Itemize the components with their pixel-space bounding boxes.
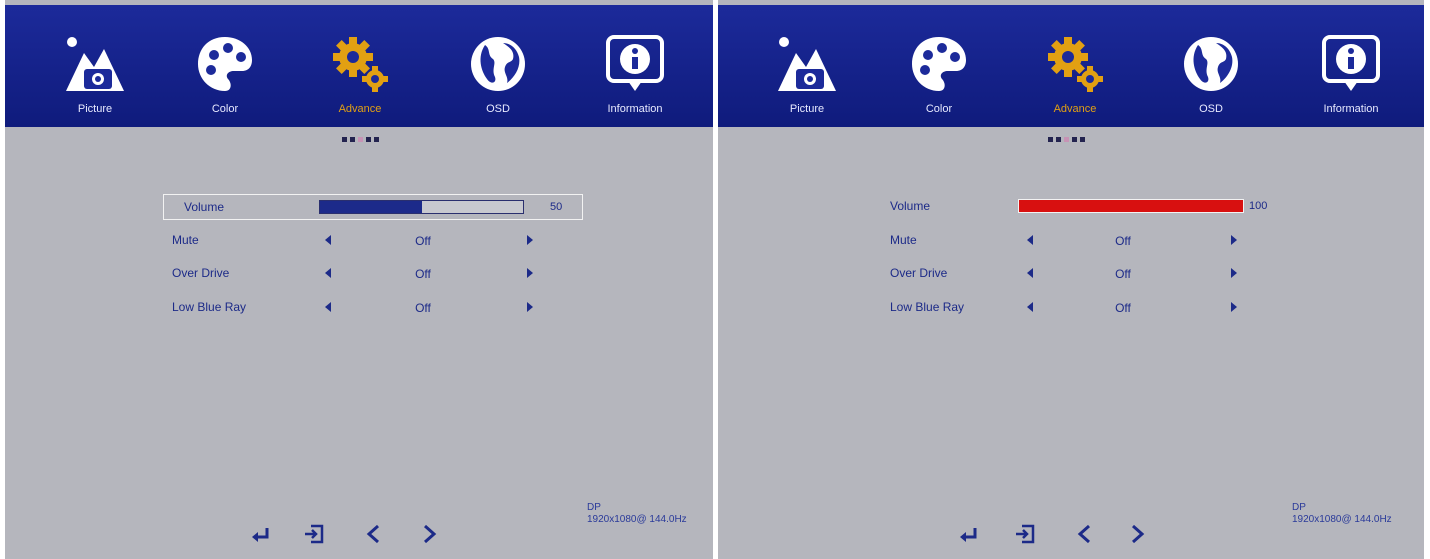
volume-label: Volume: [184, 200, 225, 214]
volume-value: 50: [550, 201, 563, 213]
chevron-right-icon: [424, 524, 437, 544]
exit-button[interactable]: [1014, 523, 1036, 545]
tab-label: OSD: [1199, 103, 1223, 115]
tab-osd[interactable]: OSD: [1146, 5, 1276, 127]
volume-label: Volume: [890, 199, 931, 213]
osd-panel-left: Picture Color Advance OSD Information Vo…: [5, 0, 713, 559]
page-indicator: [342, 137, 379, 142]
left-arrow-icon[interactable]: [325, 302, 331, 312]
tab-label: Color: [211, 103, 239, 115]
palette-icon: [912, 37, 966, 91]
osd-panel-right: Picture Color Advance OSD Information Vo…: [718, 0, 1424, 559]
tab-osd[interactable]: OSD: [433, 5, 563, 127]
left-arrow-icon[interactable]: [1027, 302, 1033, 312]
volume-bar[interactable]: [319, 200, 524, 214]
signal-mode: 1920x1080@ 144.0Hz: [1292, 514, 1392, 525]
right-arrow-icon[interactable]: [527, 268, 533, 278]
tab-label: Advance: [338, 103, 382, 115]
volume-value: 100: [1249, 200, 1268, 212]
right-arrow-icon[interactable]: [527, 235, 533, 245]
exit-button[interactable]: [303, 523, 325, 545]
tab-color[interactable]: Color: [160, 5, 290, 127]
mute-label: Mute: [890, 233, 917, 247]
tab-advance[interactable]: Advance: [1010, 5, 1140, 127]
picture-icon: [778, 37, 836, 91]
right-button[interactable]: [1126, 523, 1148, 545]
tab-label: Information: [1323, 103, 1379, 115]
info-icon: [606, 35, 664, 91]
volume-row[interactable]: Volume 50: [163, 194, 583, 220]
right-arrow-icon[interactable]: [1231, 268, 1237, 278]
volume-fill: [320, 201, 422, 213]
left-arrow-icon[interactable]: [325, 268, 331, 278]
mute-value: Off: [415, 234, 431, 248]
tab-label: Information: [607, 103, 663, 115]
picture-icon: [66, 37, 124, 91]
left-arrow-icon[interactable]: [325, 235, 331, 245]
tab-label: Advance: [1053, 103, 1097, 115]
signal-input: DP: [1292, 502, 1306, 513]
over-drive-value: Off: [1115, 267, 1131, 281]
exit-icon: [1016, 524, 1035, 544]
over-drive-row[interactable]: Over Drive Off: [881, 261, 1301, 287]
tab-picture[interactable]: Picture: [742, 5, 872, 127]
tab-picture[interactable]: Picture: [30, 5, 160, 127]
over-drive-row[interactable]: Over Drive Off: [163, 261, 583, 287]
signal-info: DP 1920x1080@ 144.0Hz: [1292, 502, 1392, 526]
gear-icon: [333, 37, 388, 92]
chevron-left-icon: [1077, 524, 1090, 544]
left-arrow-icon[interactable]: [1027, 268, 1033, 278]
enter-button[interactable]: [250, 523, 272, 545]
tab-information[interactable]: Information: [1286, 5, 1416, 127]
enter-icon: [252, 528, 269, 542]
low-blue-ray-value: Off: [415, 301, 431, 315]
chevron-left-icon: [366, 524, 379, 544]
tab-bar: Picture Color Advance OSD Information: [5, 5, 713, 127]
tab-advance[interactable]: Advance: [295, 5, 425, 127]
over-drive-value: Off: [415, 267, 431, 281]
left-arrow-icon[interactable]: [1027, 235, 1033, 245]
volume-bar[interactable]: [1018, 199, 1244, 213]
tab-bar: Picture Color Advance OSD Information: [718, 5, 1424, 127]
right-arrow-icon[interactable]: [1231, 235, 1237, 245]
over-drive-label: Over Drive: [172, 266, 230, 280]
left-button[interactable]: [1074, 523, 1096, 545]
enter-button[interactable]: [958, 523, 980, 545]
signal-info: DP 1920x1080@ 144.0Hz: [587, 502, 687, 526]
low-blue-ray-label: Low Blue Ray: [172, 300, 247, 314]
mute-label: Mute: [172, 233, 199, 247]
tab-color[interactable]: Color: [874, 5, 1004, 127]
mute-value: Off: [1115, 234, 1131, 248]
mute-row[interactable]: Mute Off: [163, 228, 583, 254]
tab-label: Picture: [789, 103, 825, 115]
mute-row[interactable]: Mute Off: [881, 228, 1301, 254]
globe-icon: [471, 37, 525, 91]
enter-icon: [960, 528, 977, 542]
volume-fill: [1019, 200, 1243, 212]
signal-mode: 1920x1080@ 144.0Hz: [587, 514, 687, 525]
gear-icon: [1048, 37, 1103, 92]
tab-label: Color: [925, 103, 953, 115]
right-arrow-icon[interactable]: [527, 302, 533, 312]
volume-row[interactable]: Volume 100: [881, 194, 1301, 220]
exit-icon: [305, 524, 324, 544]
low-blue-ray-row[interactable]: Low Blue Ray Off: [163, 295, 583, 321]
tab-label: OSD: [486, 103, 510, 115]
chevron-right-icon: [1132, 524, 1145, 544]
signal-input: DP: [587, 502, 601, 513]
tab-information[interactable]: Information: [570, 5, 700, 127]
globe-icon: [1184, 37, 1238, 91]
right-button[interactable]: [418, 523, 440, 545]
low-blue-ray-row[interactable]: Low Blue Ray Off: [881, 295, 1301, 321]
low-blue-ray-label: Low Blue Ray: [890, 300, 965, 314]
info-icon: [1322, 35, 1380, 91]
left-button[interactable]: [363, 523, 385, 545]
low-blue-ray-value: Off: [1115, 301, 1131, 315]
palette-icon: [198, 37, 252, 91]
over-drive-label: Over Drive: [890, 266, 948, 280]
right-arrow-icon[interactable]: [1231, 302, 1237, 312]
page-indicator: [1048, 137, 1085, 142]
tab-label: Picture: [77, 103, 113, 115]
